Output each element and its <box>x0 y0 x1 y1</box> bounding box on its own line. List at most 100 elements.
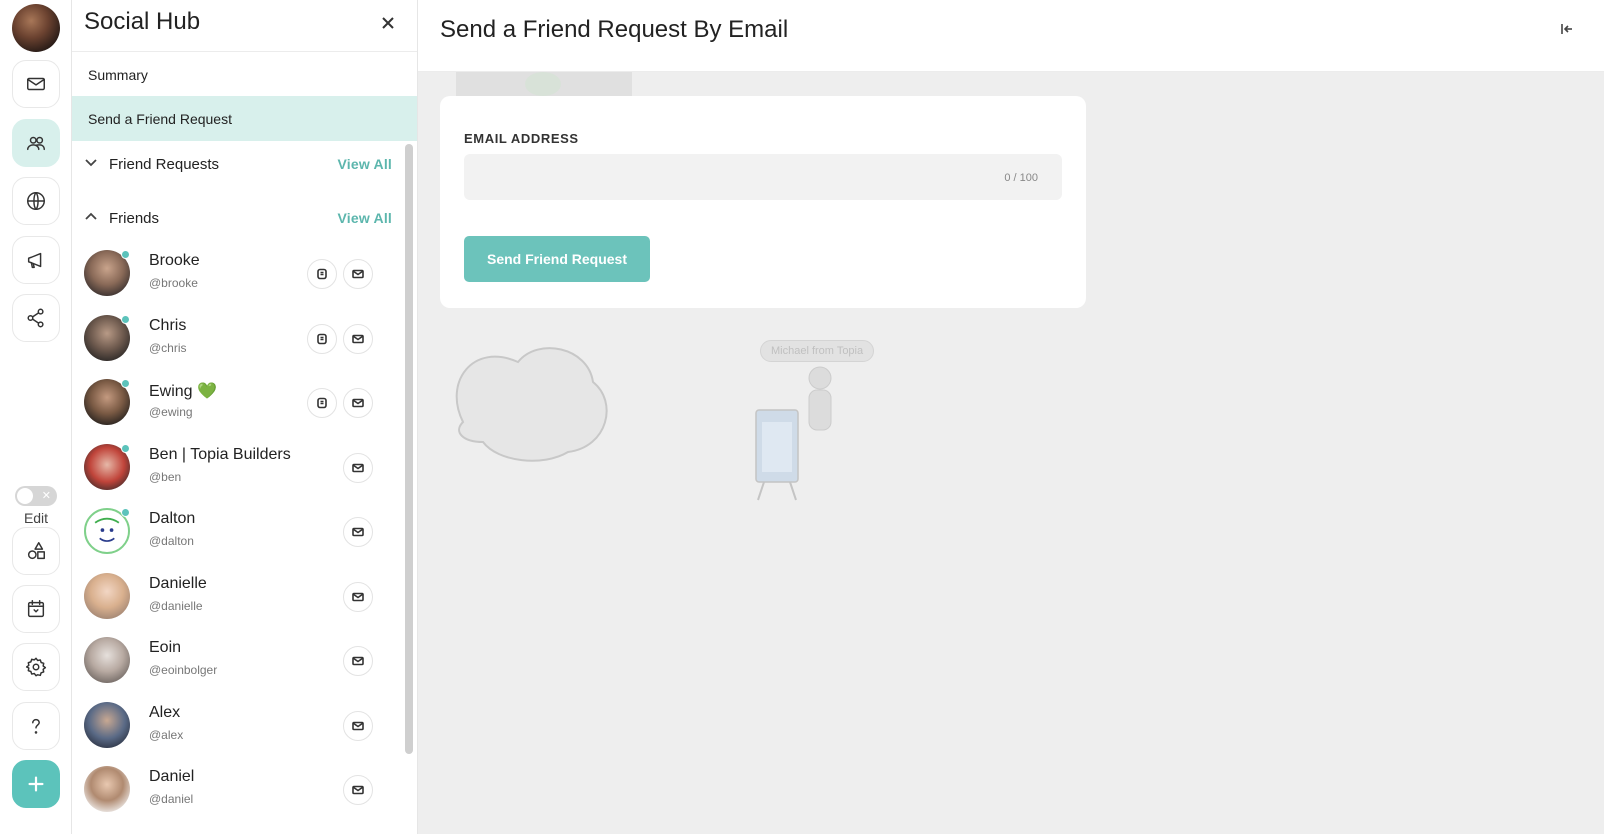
nav-summary[interactable]: Summary <box>72 52 417 97</box>
world-scene-background: Michael from Topia EMAIL ADDRESS 0 / 100… <box>418 72 1604 834</box>
message-button[interactable] <box>343 711 373 741</box>
chevron-down-icon <box>85 159 97 167</box>
friend-name: Daniel <box>149 768 195 785</box>
chat-button[interactable] <box>307 259 337 289</box>
friend-handle: @alex <box>149 728 184 742</box>
avatar <box>84 766 130 812</box>
mail-icon <box>352 463 364 473</box>
message-button[interactable] <box>343 388 373 418</box>
panel-title: Social Hub <box>84 8 201 35</box>
friend-row[interactable]: Alex @alex <box>72 694 402 758</box>
friend-name: Danielle <box>149 575 207 592</box>
nav-send-friend-request[interactable]: Send a Friend Request <box>72 96 417 141</box>
message-button[interactable] <box>343 775 373 805</box>
friends-section-header[interactable]: Friends View All <box>72 203 402 233</box>
calendar-icon <box>27 600 45 618</box>
friend-row[interactable]: Daniel @daniel <box>72 758 402 822</box>
share-button[interactable] <box>12 294 60 342</box>
friend-handle: @brooke <box>149 276 198 290</box>
collapse-panel-button[interactable] <box>1552 14 1582 44</box>
mail-button[interactable] <box>12 60 60 108</box>
shapes-icon <box>27 542 45 560</box>
chat-bubble-icon <box>317 397 327 409</box>
message-button[interactable] <box>343 646 373 676</box>
megaphone-icon <box>27 252 42 269</box>
friend-handle: @dalton <box>149 534 194 548</box>
friend-name: Brooke <box>149 252 200 269</box>
chat-button[interactable] <box>307 324 337 354</box>
friend-row[interactable]: Danielle @danielle <box>72 565 402 629</box>
settings-button[interactable] <box>12 643 60 691</box>
mail-icon <box>352 656 364 666</box>
close-icon <box>382 17 394 29</box>
avatar-name-tag: Michael from Topia <box>760 340 875 362</box>
view-all-friend-requests-link[interactable]: View All <box>337 156 392 172</box>
doodle-face-icon <box>94 517 120 542</box>
social-hub-button[interactable] <box>12 119 60 167</box>
character-counter: 0 / 100 <box>1004 172 1038 184</box>
online-status-dot <box>121 379 130 388</box>
mail-icon <box>352 334 364 344</box>
message-button[interactable] <box>343 259 373 289</box>
friend-row[interactable]: Ben | Topia Builders @ben <box>72 436 402 500</box>
chat-button[interactable] <box>307 388 337 418</box>
people-icon <box>27 136 45 151</box>
icon-rail: ✕ Edit <box>0 0 72 834</box>
message-button[interactable] <box>343 517 373 547</box>
world-button[interactable] <box>12 177 60 225</box>
toggle-knob <box>17 488 33 504</box>
friend-handle: @ben <box>149 470 182 484</box>
avatar <box>84 573 130 619</box>
friend-handle: @eoinbolger <box>149 663 218 677</box>
online-status-dot <box>121 250 130 259</box>
social-hub-panel: Social Hub Summary Send a Friend Request… <box>72 0 418 834</box>
mail-icon <box>352 269 364 279</box>
friends-scrollbar[interactable] <box>405 144 413 754</box>
friend-requests-section-header[interactable]: Friend Requests View All <box>72 149 402 179</box>
mail-icon <box>352 721 364 731</box>
toggle-off-icon: ✕ <box>41 490 51 502</box>
mail-icon <box>352 785 364 795</box>
question-icon <box>32 718 40 734</box>
friend-row[interactable]: Brooke @brooke <box>72 242 402 306</box>
send-friend-request-button[interactable]: Send Friend Request <box>464 236 650 282</box>
collapse-left-icon <box>1561 24 1572 34</box>
friend-handle: @chris <box>149 341 187 355</box>
announcements-button[interactable] <box>12 236 60 284</box>
friend-name: Eoin <box>149 639 182 656</box>
friend-row[interactable]: Eoin @eoinbolger <box>72 629 402 693</box>
email-field-label: EMAIL ADDRESS <box>464 131 579 146</box>
share-icon <box>27 308 44 328</box>
friend-name: Dalton <box>149 510 196 527</box>
friend-name: Alex <box>149 704 181 721</box>
section-title: Friend Requests <box>109 155 220 173</box>
page-title: Send a Friend Request By Email <box>440 16 789 43</box>
events-button[interactable] <box>12 585 60 633</box>
message-button[interactable] <box>343 453 373 483</box>
edit-toggle[interactable]: ✕ <box>15 486 57 506</box>
globe-icon <box>27 192 45 210</box>
friend-row[interactable]: Chris @chris <box>72 307 402 371</box>
online-status-dot <box>121 315 130 324</box>
main-header: Send a Friend Request By Email <box>418 0 1604 72</box>
friend-row[interactable]: Dalton @dalton <box>72 500 402 564</box>
view-all-friends-link[interactable]: View All <box>337 210 392 226</box>
friend-request-form-card: EMAIL ADDRESS 0 / 100 Send Friend Reques… <box>440 96 1086 308</box>
friend-name: Ewing 💚 <box>149 383 217 400</box>
gear-icon <box>25 657 47 677</box>
add-button[interactable] <box>12 760 60 808</box>
user-avatar[interactable] <box>12 4 60 52</box>
objects-button[interactable] <box>12 527 60 575</box>
message-button[interactable] <box>343 324 373 354</box>
mail-icon <box>352 527 364 537</box>
message-button[interactable] <box>343 582 373 612</box>
chat-bubble-icon <box>317 333 327 345</box>
email-field[interactable] <box>464 154 1062 200</box>
edit-label: Edit <box>23 510 49 526</box>
mail-icon <box>352 398 364 408</box>
help-button[interactable] <box>12 702 60 750</box>
close-panel-button[interactable] <box>375 10 401 36</box>
mail-icon <box>27 77 45 91</box>
friend-row[interactable]: Ewing 💚 @ewing <box>72 371 402 435</box>
chevron-up-icon <box>85 212 97 220</box>
